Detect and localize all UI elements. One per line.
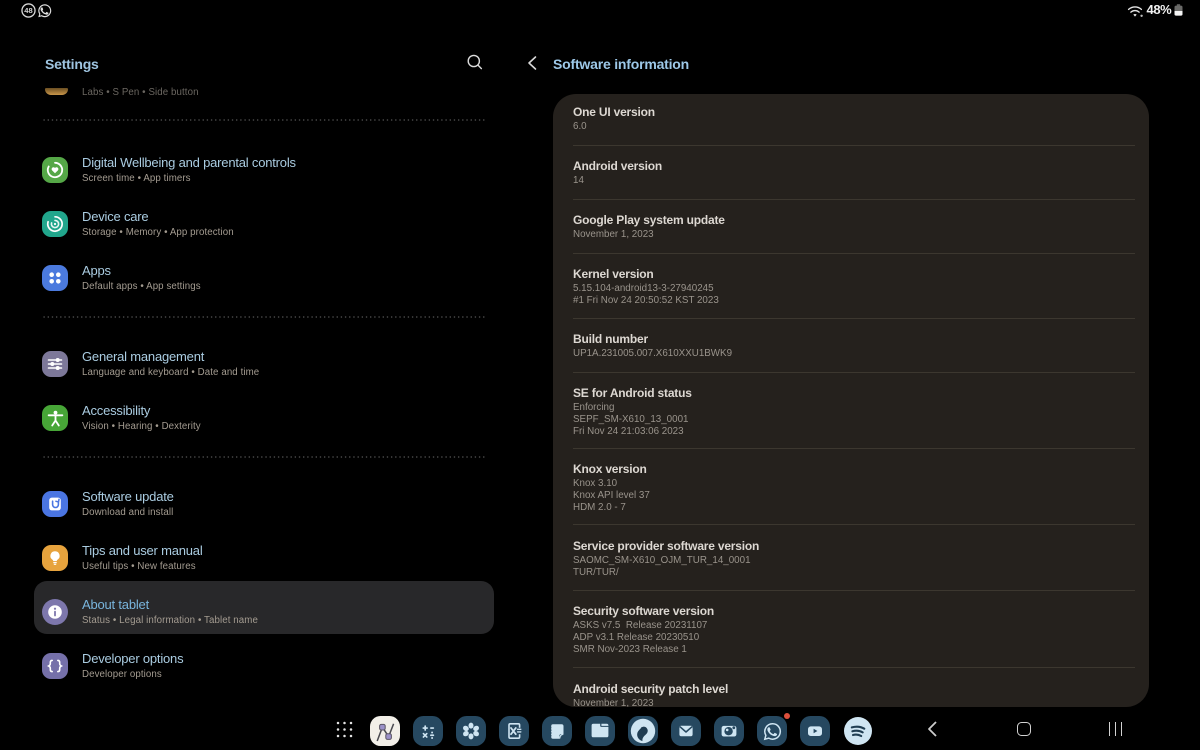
svg-text:48: 48 xyxy=(24,6,32,15)
